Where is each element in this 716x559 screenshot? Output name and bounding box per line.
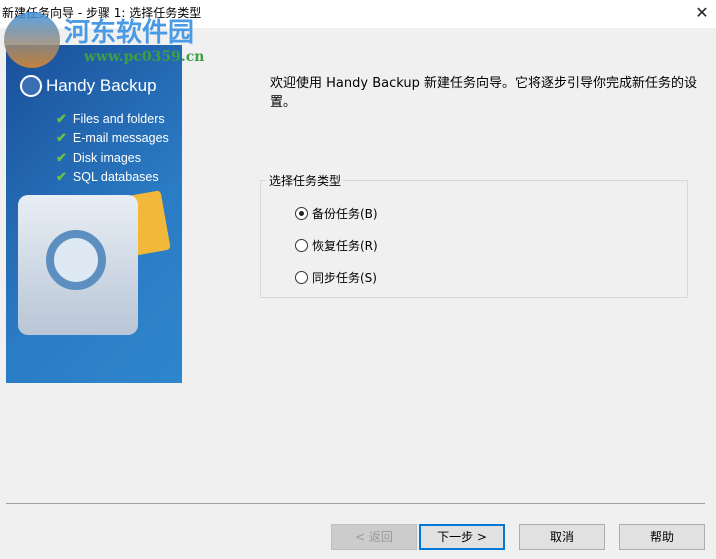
title-bar: 新建任务向导 - 步骤 1: 选择任务类型 ✕ (0, 0, 716, 28)
help-button[interactable]: 帮助 (619, 524, 705, 550)
radio-sync[interactable]: 同步任务(S) (295, 269, 377, 286)
product-banner: Handy Backup ✔ Files and folders ✔ E-mail … (6, 45, 182, 383)
window-title: 新建任务向导 - 步骤 1: 选择任务类型 (2, 6, 202, 20)
check-icon: ✔ (56, 130, 67, 146)
radio-restore[interactable]: 恢复任务(R) (295, 237, 378, 254)
brand-name: Handy Backup (46, 76, 157, 95)
radio-empty-icon (295, 271, 308, 284)
radio-selected-icon (295, 207, 308, 220)
feature-item: ✔ E-mail messages (56, 130, 169, 146)
cancel-button[interactable]: 取消 (519, 524, 605, 550)
handy-backup-logo-icon (20, 75, 42, 97)
radio-empty-icon (295, 239, 308, 252)
feature-item: ✔ Disk images (56, 149, 141, 165)
check-icon: ✔ (56, 149, 67, 165)
group-label: 选择任务类型 (267, 172, 344, 189)
task-type-group: 选择任务类型 备份任务(B) 恢复任务(R) 同步任务(S) (260, 172, 688, 298)
intro-text: 欢迎使用 Handy Backup 新建任务向导。它将逐步引导你完成新任务的设置… (270, 76, 697, 110)
feature-item: ✔ SQL databases (56, 169, 159, 185)
safe-dial-icon (46, 230, 106, 290)
feature-item: ✔ Files and folders (56, 110, 165, 126)
check-icon: ✔ (56, 169, 67, 185)
next-button[interactable]: 下一步 > (419, 524, 505, 550)
radio-backup[interactable]: 备份任务(B) (295, 205, 378, 222)
divider (6, 503, 705, 504)
close-button[interactable]: ✕ (690, 2, 714, 24)
feature-list: ✔ Files and folders ✔ E-mail messages ✔ Dis… (56, 109, 169, 187)
brand: Handy Backup (20, 75, 157, 97)
check-icon: ✔ (56, 110, 67, 126)
safe-illustration (18, 195, 138, 335)
back-button[interactable]: < 返回 (331, 524, 417, 550)
